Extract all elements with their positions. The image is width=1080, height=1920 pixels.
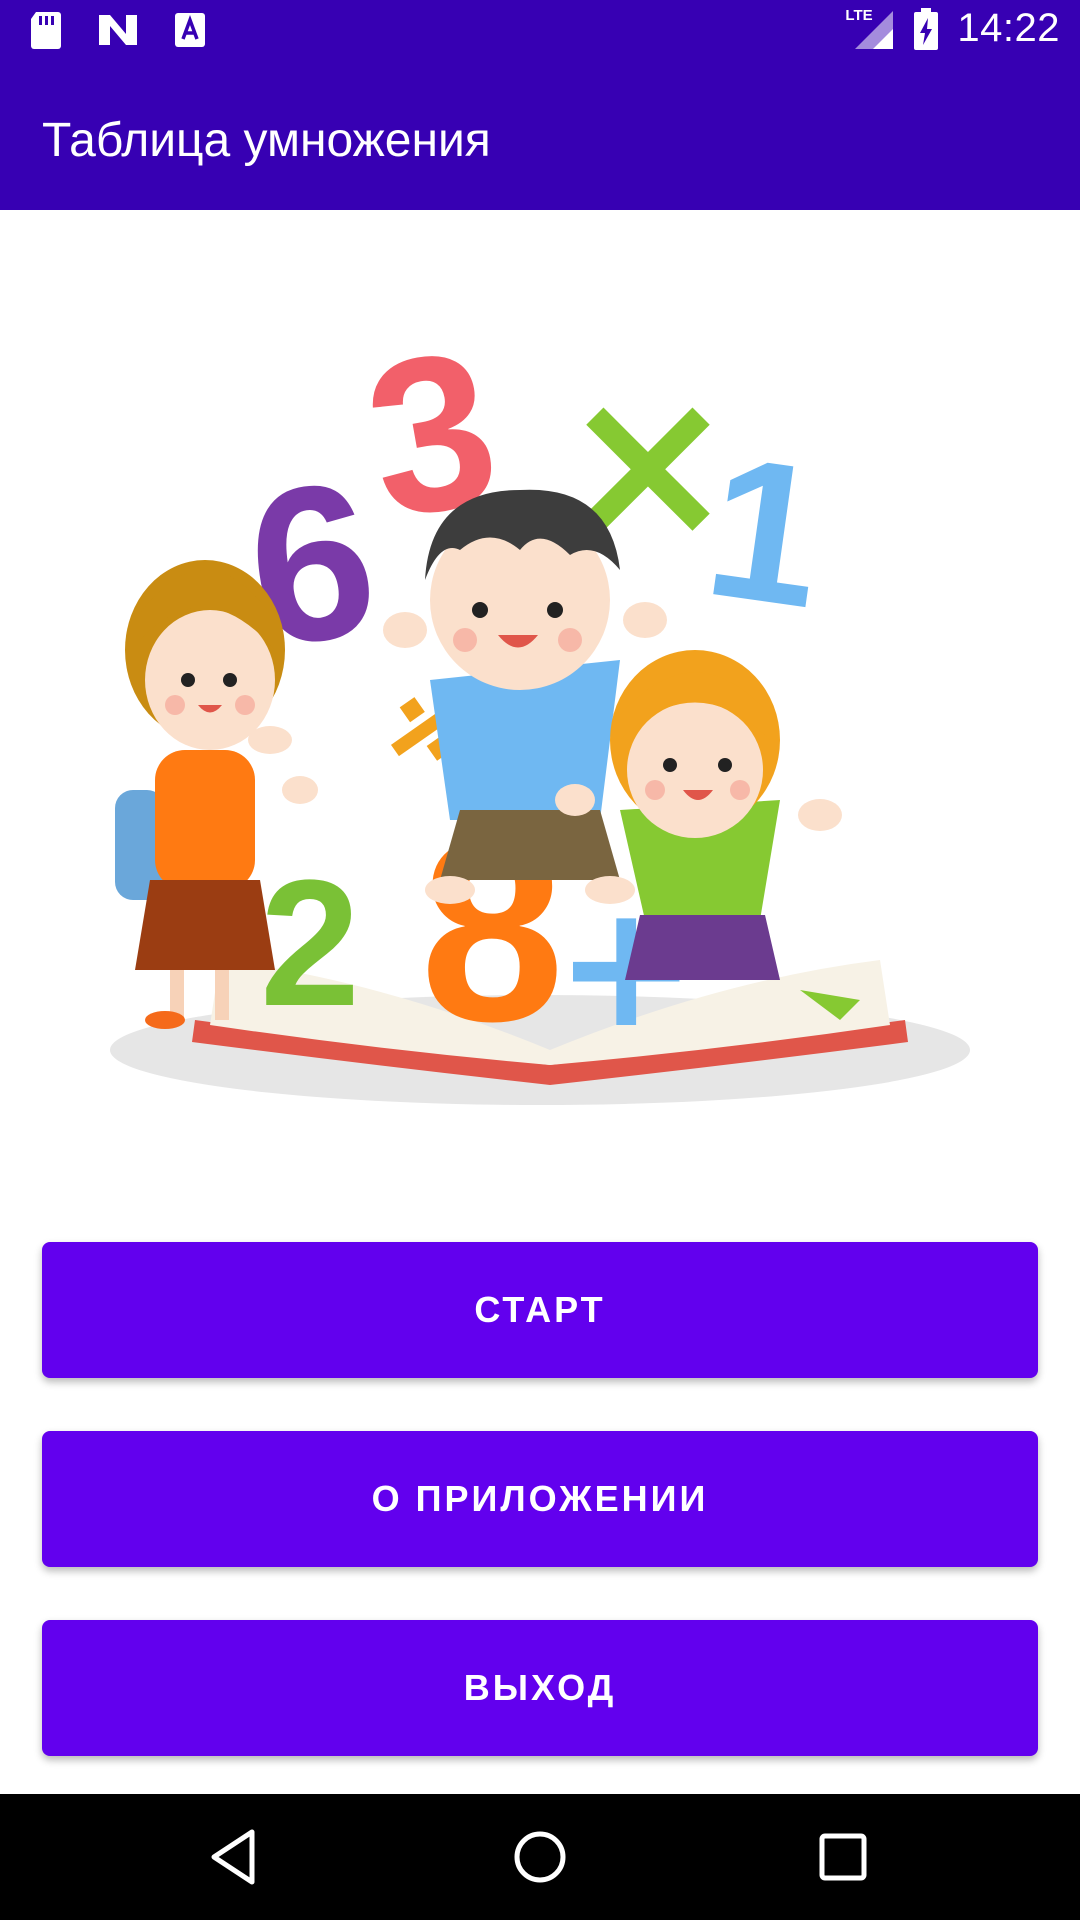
svg-text:2: 2 (260, 843, 360, 1044)
network-label: LTE (845, 6, 873, 24)
app-bar: Таблица умножения (0, 63, 1080, 210)
status-time: 14:22 (957, 6, 1060, 50)
exit-button[interactable]: ВЫХОД (42, 1620, 1038, 1756)
start-button[interactable]: СТАРТ (42, 1242, 1038, 1378)
kids-math-illustration: 3 6 1 2 8 × ÷ + (110, 320, 970, 1105)
home-icon[interactable] (505, 1822, 575, 1892)
navigation-bar (0, 1794, 1080, 1920)
a-text-icon (175, 13, 205, 47)
status-bar: LTE 14:22 (0, 0, 1080, 63)
app-title: Таблица умножения (42, 114, 491, 167)
back-icon[interactable] (200, 1822, 270, 1892)
n-logo-icon (99, 15, 137, 45)
recents-icon[interactable] (808, 1822, 878, 1892)
battery-charging-icon (914, 7, 939, 50)
lte-signal-icon: LTE (845, 7, 895, 51)
about-button[interactable]: О ПРИЛОЖЕНИИ (42, 1431, 1038, 1567)
sd-card-icon (31, 12, 61, 49)
status-right: LTE 14:22 (845, 6, 1060, 51)
status-left-icons (28, 10, 208, 50)
